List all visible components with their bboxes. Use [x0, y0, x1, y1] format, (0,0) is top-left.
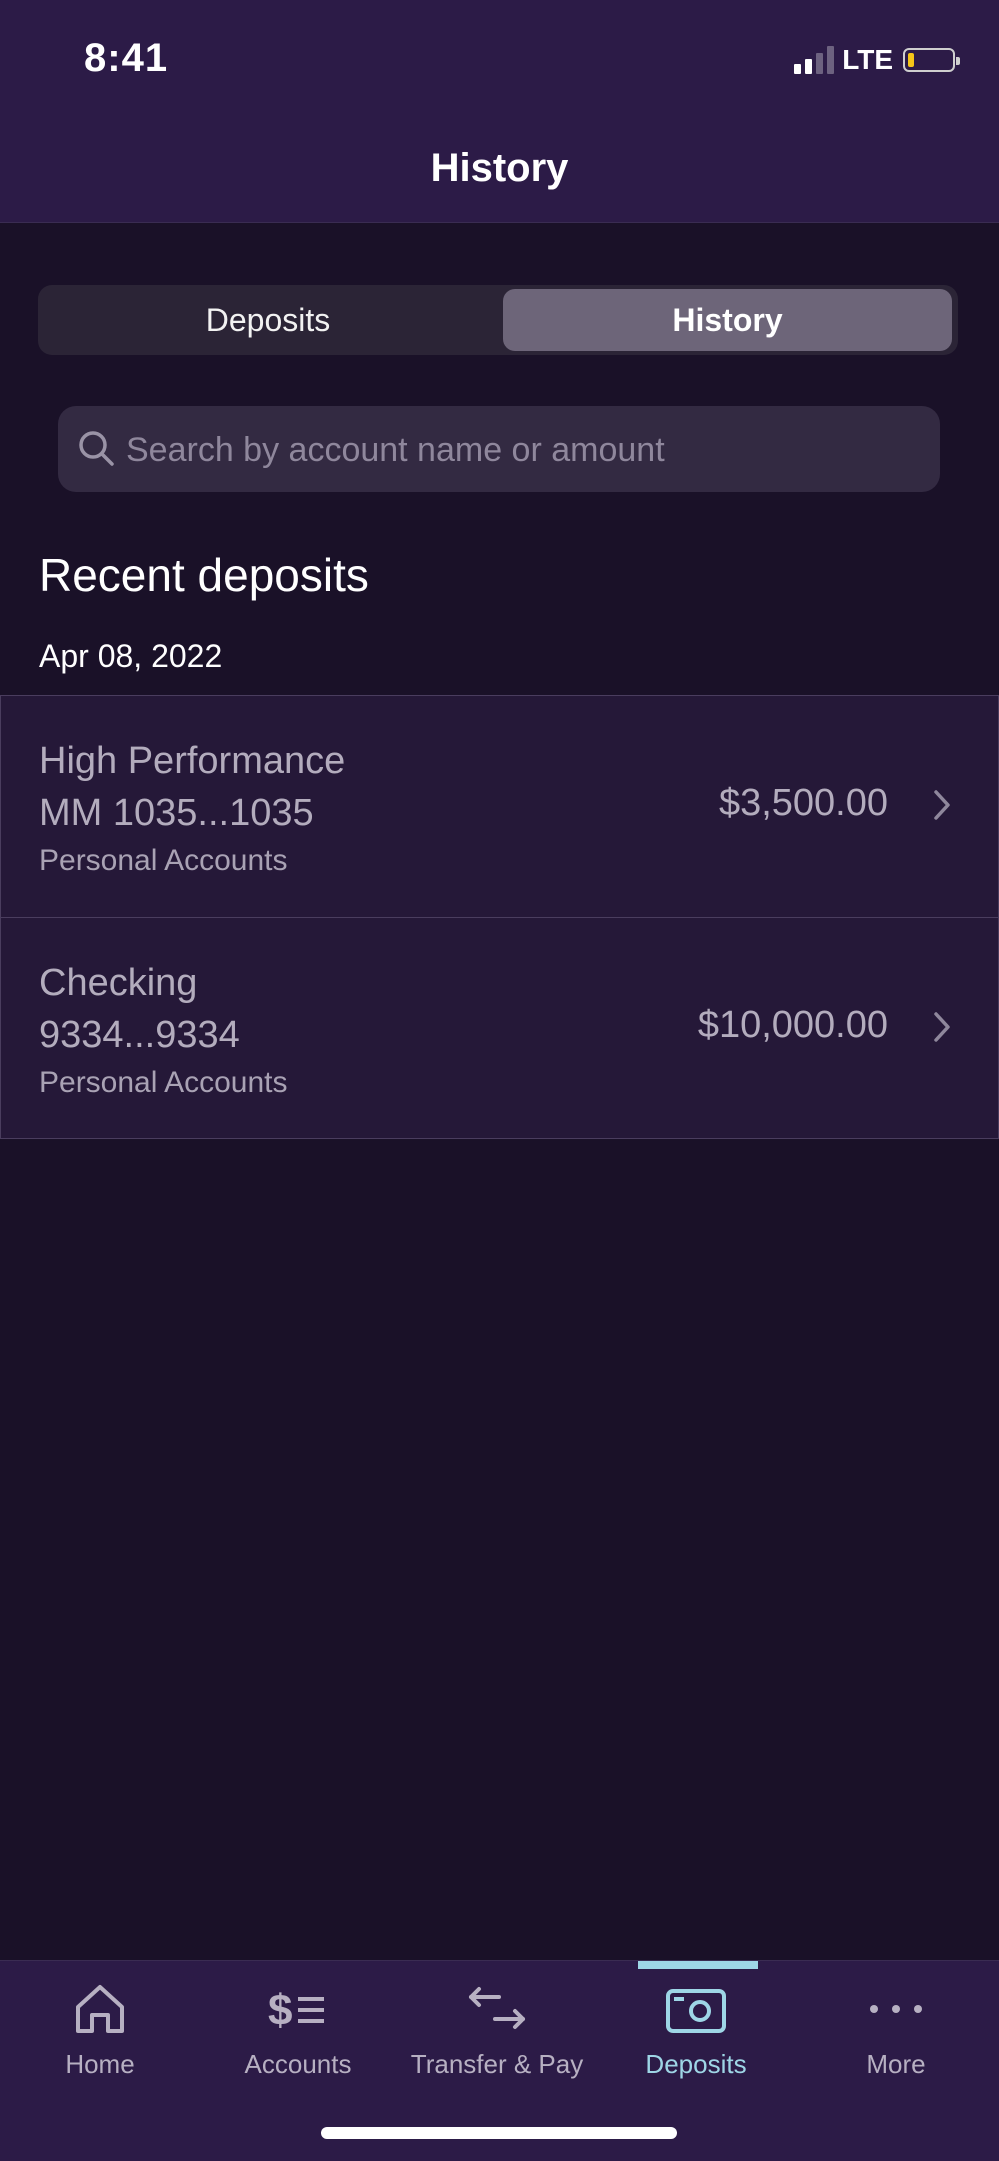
tab-transfer-pay[interactable]: Transfer & Pay — [397, 1961, 597, 2101]
network-label: LTE — [842, 44, 893, 75]
segment-deposits[interactable]: Deposits — [42, 289, 494, 351]
accounts-icon: $ — [268, 1986, 324, 2035]
tab-label: Home — [65, 2049, 135, 2079]
date-group-label: Apr 08, 2022 — [39, 638, 223, 674]
status-indicators: LTE — [794, 44, 960, 76]
nav-bar: History — [0, 110, 999, 223]
tab-deposits[interactable]: Deposits — [596, 1961, 796, 2101]
tab-more[interactable]: More — [796, 1961, 996, 2101]
chevron-right-icon — [934, 1012, 950, 1042]
search-bar — [58, 406, 940, 494]
page-title: History — [430, 146, 569, 190]
status-bar: 8:41 LTE — [0, 0, 999, 110]
tab-accounts[interactable]: $ Accounts — [198, 1961, 398, 2101]
search-icon — [79, 431, 114, 466]
deposit-amount: $10,000.00 — [697, 1004, 888, 1046]
account-number: 9334...9334 — [39, 1014, 240, 1056]
account-category: Personal Accounts — [39, 844, 288, 877]
account-number: MM 1035...1035 — [39, 792, 314, 834]
chevron-right-icon — [934, 790, 950, 820]
deposit-camera-icon — [666, 1989, 726, 2033]
battery-icon — [903, 48, 960, 72]
deposit-row[interactable]: High Performance MM 1035...1035 Personal… — [1, 696, 998, 917]
deposit-amount: $3,500.00 — [718, 782, 888, 824]
section-title: Recent deposits — [39, 549, 369, 601]
home-indicator — [321, 2127, 677, 2139]
account-category: Personal Accounts — [39, 1066, 288, 1099]
segment-history[interactable]: History — [503, 289, 952, 351]
tab-label: Transfer & Pay — [410, 2049, 584, 2079]
transfer-icon — [469, 1987, 525, 2029]
account-name: High Performance — [39, 740, 346, 782]
segmented-control: Deposits History — [38, 285, 958, 355]
tab-label: Deposits — [645, 2049, 747, 2079]
status-time: 8:41 — [84, 36, 169, 80]
tab-label: More — [866, 2049, 926, 2079]
search-input[interactable] — [124, 406, 928, 494]
deposit-row[interactable]: Checking 9334...9334 Personal Accounts $… — [1, 917, 998, 1138]
deposit-list: High Performance MM 1035...1035 Personal… — [0, 695, 999, 1139]
tab-home[interactable]: Home — [0, 1961, 200, 2101]
more-icon — [870, 2005, 922, 2013]
signal-icon — [794, 46, 835, 74]
account-name: Checking — [39, 962, 198, 1004]
tab-label: Accounts — [244, 2049, 352, 2079]
home-icon — [76, 1985, 124, 2033]
svg-text:$: $ — [268, 1986, 292, 2035]
